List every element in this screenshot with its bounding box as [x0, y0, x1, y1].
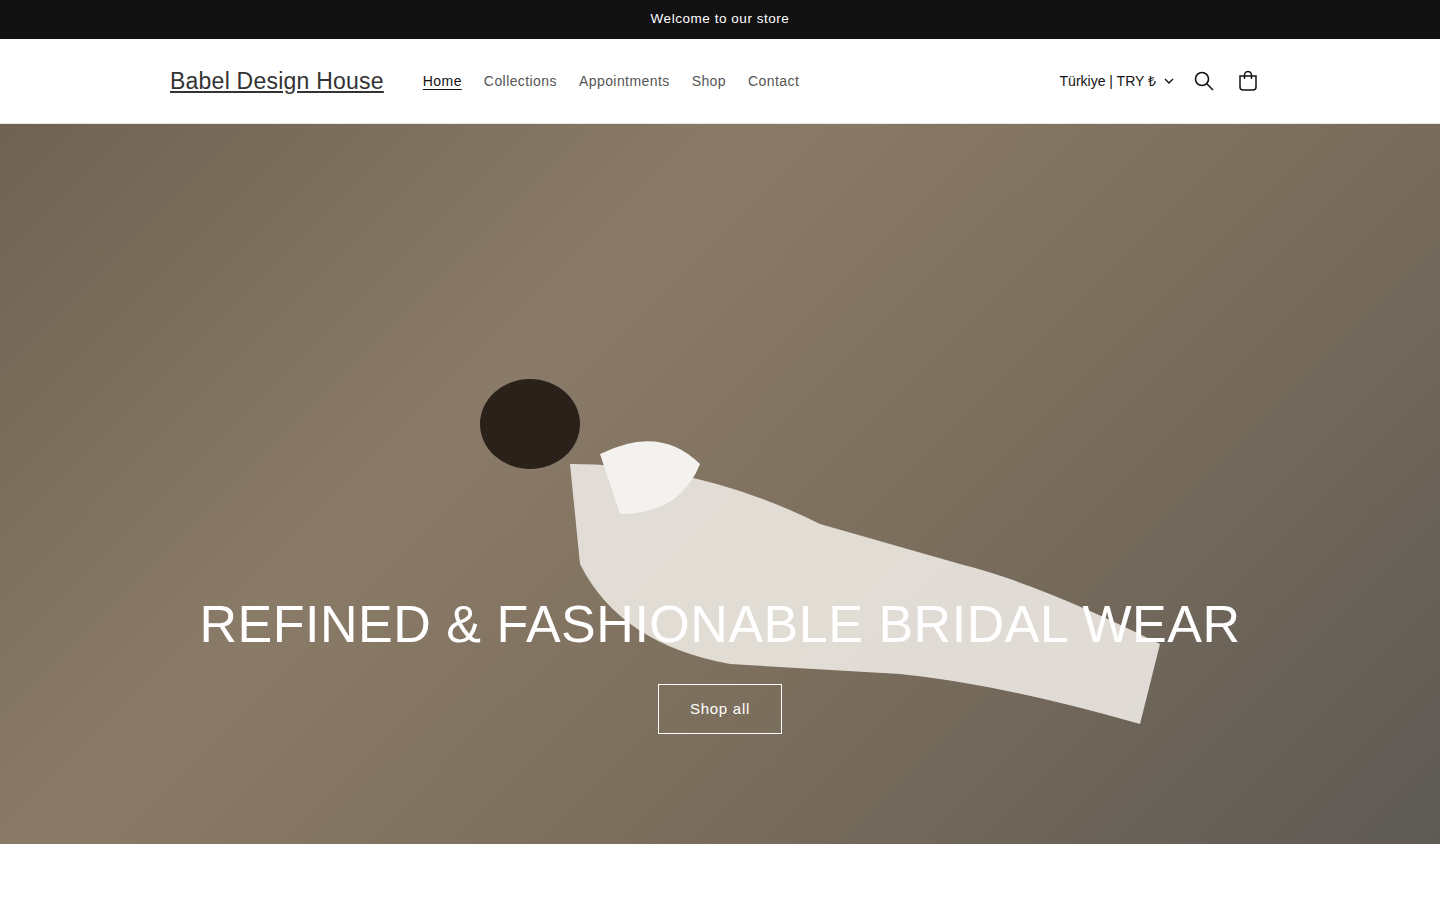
- nav-link[interactable]: Contact: [737, 65, 810, 98]
- nav-link[interactable]: Shop: [681, 65, 737, 98]
- hero-title: REFINED & FASHIONABLE BRIDAL WEAR: [199, 593, 1240, 655]
- site-header: Babel Design House HomeCollectionsAppoint…: [0, 39, 1440, 124]
- nav-link[interactable]: Home: [412, 65, 473, 98]
- country-label[interactable]: Türkiye | TRY ₺: [1060, 71, 1156, 92]
- shop-all-button[interactable]: Shop all: [658, 684, 782, 735]
- main-nav: HomeCollectionsAppointmentsShopContact: [412, 65, 1052, 98]
- nav-link[interactable]: Appointments: [568, 65, 681, 98]
- hero-photo: [400, 264, 1180, 784]
- announcement-bar: Welcome to our store: [0, 0, 1440, 39]
- country-selector[interactable]: Türkiye | TRY ₺: [1052, 65, 1182, 98]
- announcement-text: Welcome to our store: [651, 9, 790, 29]
- hero-banner: REFINED & FASHIONABLE BRIDAL WEAR Shop al…: [0, 124, 1440, 844]
- nav-link[interactable]: Collections: [473, 65, 568, 98]
- cart-icon[interactable]: [1226, 59, 1270, 103]
- chevron-down-icon[interactable]: [1164, 78, 1174, 84]
- search-icon[interactable]: [1182, 59, 1226, 103]
- store-logo[interactable]: Babel Design House: [170, 64, 384, 99]
